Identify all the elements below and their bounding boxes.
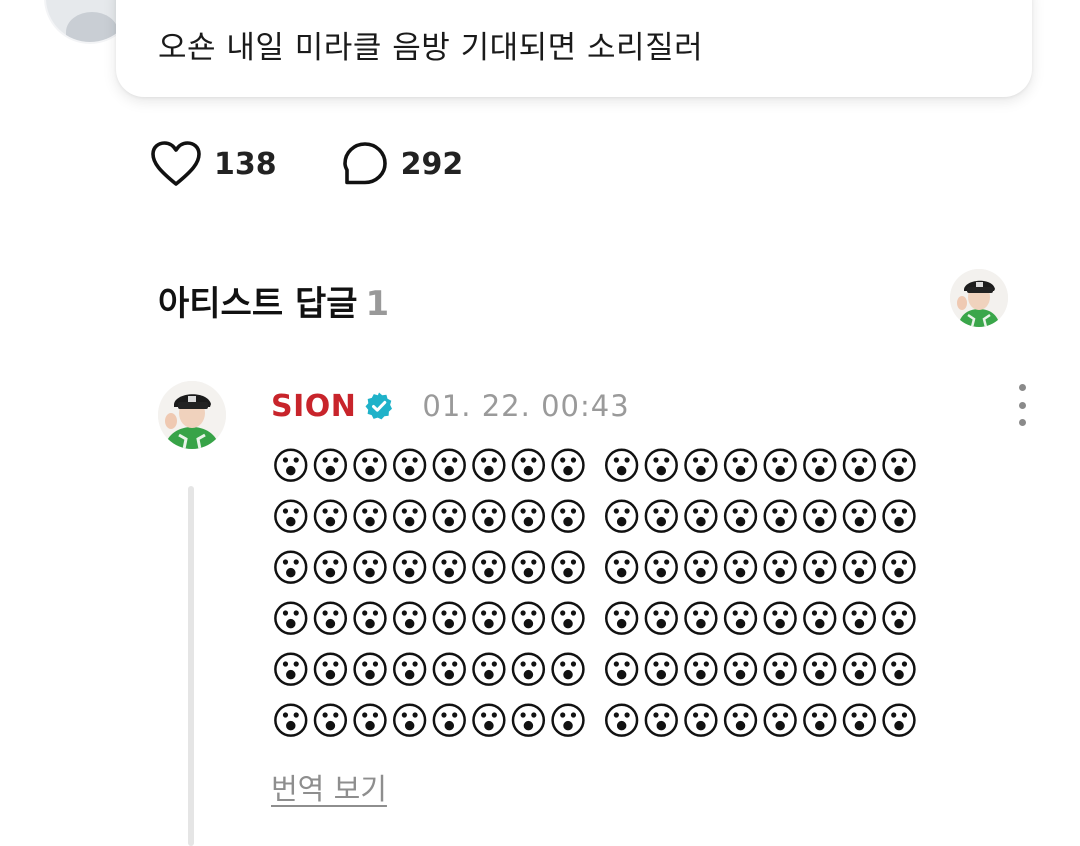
comment-meta: SION 01. 22. 00:43 (271, 386, 630, 426)
emoji-group: 😮😮😮😮😮😮😮😮 (271, 545, 588, 590)
post-card: 오숀 내일 미라클 음방 기대되면 소리질러 (116, 0, 1032, 97)
artist-replies-title: 아티스트 답글 (158, 284, 358, 324)
comment-line: 😮😮😮😮😮😮😮😮 😮😮😮😮😮😮😮😮 (271, 644, 1021, 695)
emoji-group: 😮😮😮😮😮😮😮😮 (601, 698, 919, 743)
comment-body: 😮😮😮😮😮😮😮😮 😮😮😮😮😮😮😮😮 😮😮😮😮😮😮😮😮 😮😮😮😮😮😮😮😮 😮😮😮😮😮😮… (271, 440, 1021, 746)
comment-author-avatar[interactable] (158, 381, 226, 449)
more-dot (1018, 419, 1026, 426)
emoji-group: 😮😮😮😮😮😮😮😮 (601, 596, 919, 641)
emoji-group: 😮😮😮😮😮😮😮😮 (271, 698, 588, 743)
comment-bubble-icon (341, 140, 389, 188)
emoji-group: 😮😮😮😮😮😮😮😮 (601, 545, 919, 590)
more-vertical-icon[interactable] (1009, 384, 1035, 426)
artist-replies-heading: 아티스트 답글 1 (158, 276, 389, 325)
emoji-group: 😮😮😮😮😮😮😮😮 (271, 596, 588, 641)
emoji-group: 😮😮😮😮😮😮😮😮 (601, 494, 919, 539)
comment-line: 😮😮😮😮😮😮😮😮 😮😮😮😮😮😮😮😮 (271, 593, 1021, 644)
comment-timestamp: 01. 22. 00:43 (422, 389, 630, 423)
like-button[interactable]: 138 (150, 140, 277, 188)
like-count: 138 (214, 146, 277, 182)
emoji-group: 😮😮😮😮😮😮😮😮 (271, 494, 588, 539)
comment-count: 292 (400, 146, 464, 182)
comment-author-name[interactable]: SION (271, 389, 356, 424)
comment-line: 😮😮😮😮😮😮😮😮 😮😮😮😮😮😮😮😮 (271, 695, 1021, 746)
emoji-group: 😮😮😮😮😮😮😮😮 (601, 443, 919, 488)
reaction-bar: 138 292 (150, 138, 463, 190)
heart-icon (150, 140, 202, 188)
emoji-group: 😮😮😮😮😮😮😮😮 (271, 647, 588, 692)
fan-post-detail: 오숀 내일 미라클 음방 기대되면 소리질러 138 292 아티스트 답글1 (0, 0, 1080, 846)
translate-link[interactable]: 번역 보기 (271, 766, 387, 808)
more-dot (1018, 401, 1026, 409)
comment-line: 😮😮😮😮😮😮😮😮 😮😮😮😮😮😮😮😮 (271, 542, 1021, 593)
artist-avatar-small[interactable] (950, 269, 1008, 327)
comment-button[interactable]: 292 (341, 140, 464, 188)
post-text: 오숀 내일 미라클 음방 기대되면 소리질러 (158, 30, 704, 66)
comment-line: 😮😮😮😮😮😮😮😮 😮😮😮😮😮😮😮😮 (271, 440, 1021, 491)
emoji-group: 😮😮😮😮😮😮😮😮 (271, 443, 588, 488)
default-avatar-icon (66, 12, 118, 42)
verified-badge-icon (364, 391, 394, 421)
more-dot (1018, 384, 1026, 391)
artist-replies-count: 1 (365, 284, 390, 324)
comment-line: 😮😮😮😮😮😮😮😮 😮😮😮😮😮😮😮😮 (271, 491, 1021, 542)
emoji-group: 😮😮😮😮😮😮😮😮 (601, 647, 919, 692)
thread-connector-line (188, 486, 194, 846)
